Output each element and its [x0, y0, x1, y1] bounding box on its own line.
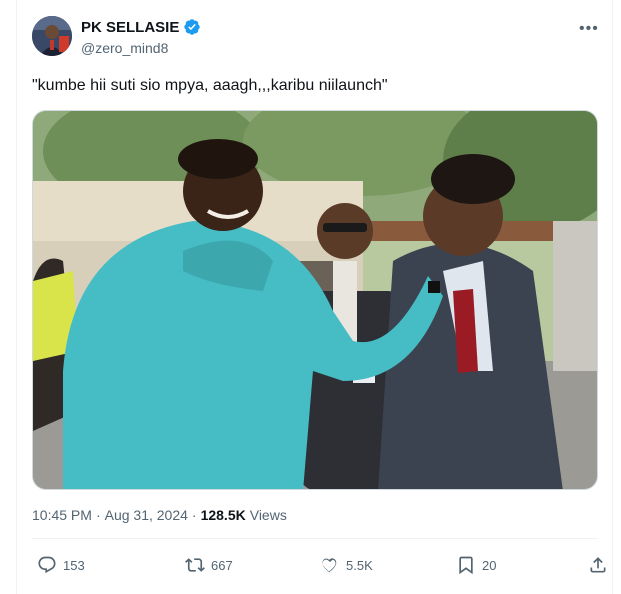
like-button[interactable]: 5.5K: [320, 555, 373, 575]
tweet-date[interactable]: Aug 31, 2024: [105, 507, 188, 523]
tweet-photo[interactable]: [32, 110, 598, 490]
reply-button[interactable]: 153: [37, 555, 85, 575]
reply-icon: [38, 556, 56, 574]
tweet-time[interactable]: 10:45 PM: [32, 507, 92, 523]
tweet-text: "kumbe hii suti sio mpya, aaagh,,,karibu…: [32, 77, 388, 94]
meta-separator: ·: [95, 507, 101, 523]
avatar[interactable]: [32, 16, 72, 56]
bookmark-button[interactable]: 20: [456, 555, 496, 575]
like-icon: [322, 558, 337, 573]
repost-button[interactable]: 667: [185, 555, 233, 575]
divider: [32, 538, 598, 539]
like-count: 5.5K: [346, 557, 373, 573]
more-icon[interactable]: •••: [579, 20, 599, 38]
bookmark-count: 20: [482, 557, 497, 573]
reply-count: 153: [63, 557, 85, 573]
share-button[interactable]: [588, 555, 608, 575]
share-icon: [590, 557, 606, 573]
views-label: Views: [249, 507, 287, 523]
meta-separator: ·: [191, 507, 197, 523]
verified-badge-icon: [184, 19, 201, 35]
repost-count: 667: [211, 557, 233, 573]
tweet-card[interactable]: PK SELLASIE @zero_mind8 ••• "kumbe hii s…: [16, 0, 613, 594]
repost-icon: [185, 558, 205, 572]
bookmark-icon: [459, 556, 473, 575]
action-bar: 153 667 5.5K 20: [32, 549, 606, 583]
views-count[interactable]: 128.5K: [201, 507, 246, 523]
tweet-meta: 10:45 PM · Aug 31, 2024 · 128.5K Views: [32, 507, 287, 523]
author-handle[interactable]: @zero_mind8: [81, 40, 168, 56]
author-display-name[interactable]: PK SELLASIE: [81, 19, 179, 36]
